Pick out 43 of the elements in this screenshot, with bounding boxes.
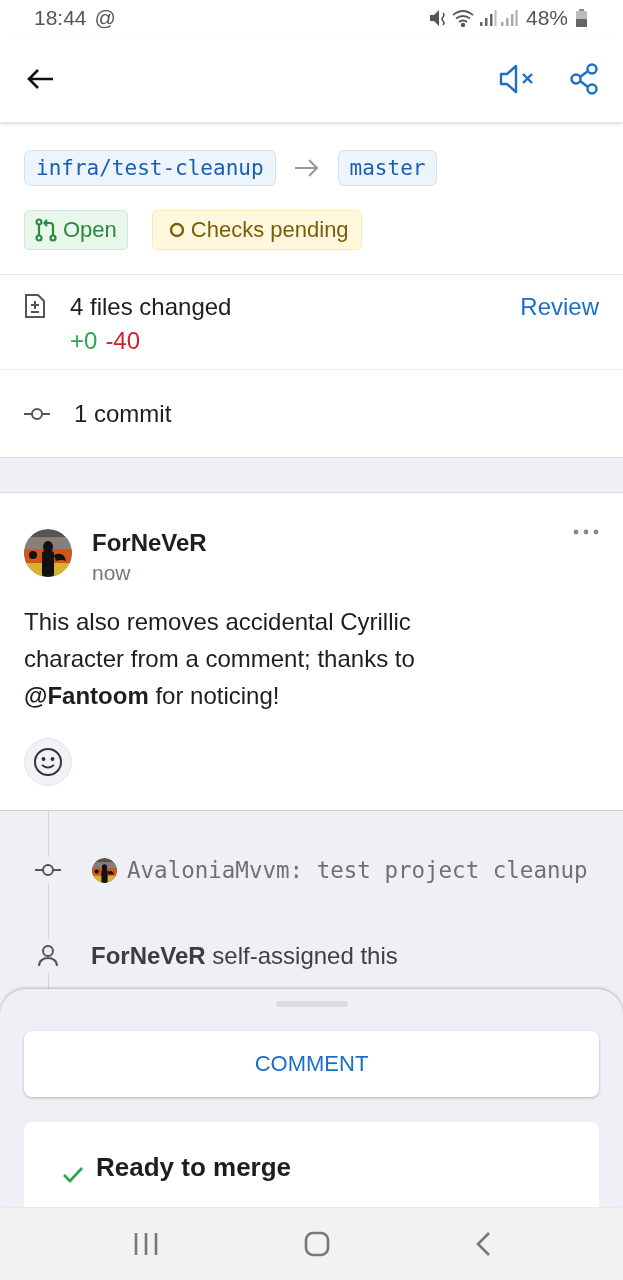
notification-icon: @ (94, 6, 116, 30)
commit-icon (24, 406, 50, 421)
file-diff-icon (24, 293, 46, 319)
event-text: ForNeVeR self-assigned this (91, 942, 398, 970)
back-arrow-icon (26, 68, 54, 90)
share-icon (569, 63, 599, 95)
back-button[interactable] (26, 68, 54, 90)
comment-button[interactable]: COMMENT (24, 1031, 599, 1097)
arrow-icon (293, 158, 320, 178)
share-button[interactable] (569, 63, 599, 95)
circle-icon (168, 222, 185, 238)
person-icon (38, 945, 58, 967)
check-icon (62, 1166, 84, 1184)
mute-icon (499, 64, 535, 94)
clock: 18:44 (34, 6, 87, 30)
battery-level: 48% (525, 6, 568, 30)
smiley-icon (33, 747, 63, 777)
wifi-icon (451, 9, 476, 27)
badge-label: Open (63, 217, 117, 243)
files-changed: 4 files changed (70, 293, 233, 321)
recents-icon[interactable] (132, 1231, 159, 1256)
author-name[interactable]: ForNeVeR (92, 529, 553, 557)
commit-message[interactable]: AvaloniaMvvm: test project cleanup (127, 857, 588, 883)
additions-count: +0 (70, 327, 98, 355)
battery-icon (576, 9, 587, 27)
more-icon[interactable] (573, 529, 599, 535)
deletions-count: -40 (105, 327, 141, 355)
review-link[interactable]: Review (520, 293, 599, 321)
back-icon[interactable] (474, 1230, 491, 1257)
commit-icon (35, 863, 61, 877)
home-icon[interactable] (303, 1230, 330, 1257)
commit-count[interactable]: 1 commit (74, 399, 172, 428)
unsubscribe-button[interactable] (499, 64, 535, 94)
head-branch: infra/test-cleanup (24, 150, 276, 186)
signal-icon (499, 9, 518, 27)
badge-label: Checks pending (190, 217, 349, 243)
merge-status: Ready to merge (96, 1152, 292, 1183)
reaction-button[interactable] (24, 738, 72, 786)
signal-icon (478, 9, 497, 27)
comment-time: now (92, 561, 132, 585)
base-branch: master (337, 150, 438, 186)
comment-text: This also removes accidental Cyrillic character from a comment; thanks to @Fantoom for noticing! (24, 607, 416, 711)
pull-request-icon (35, 218, 57, 242)
